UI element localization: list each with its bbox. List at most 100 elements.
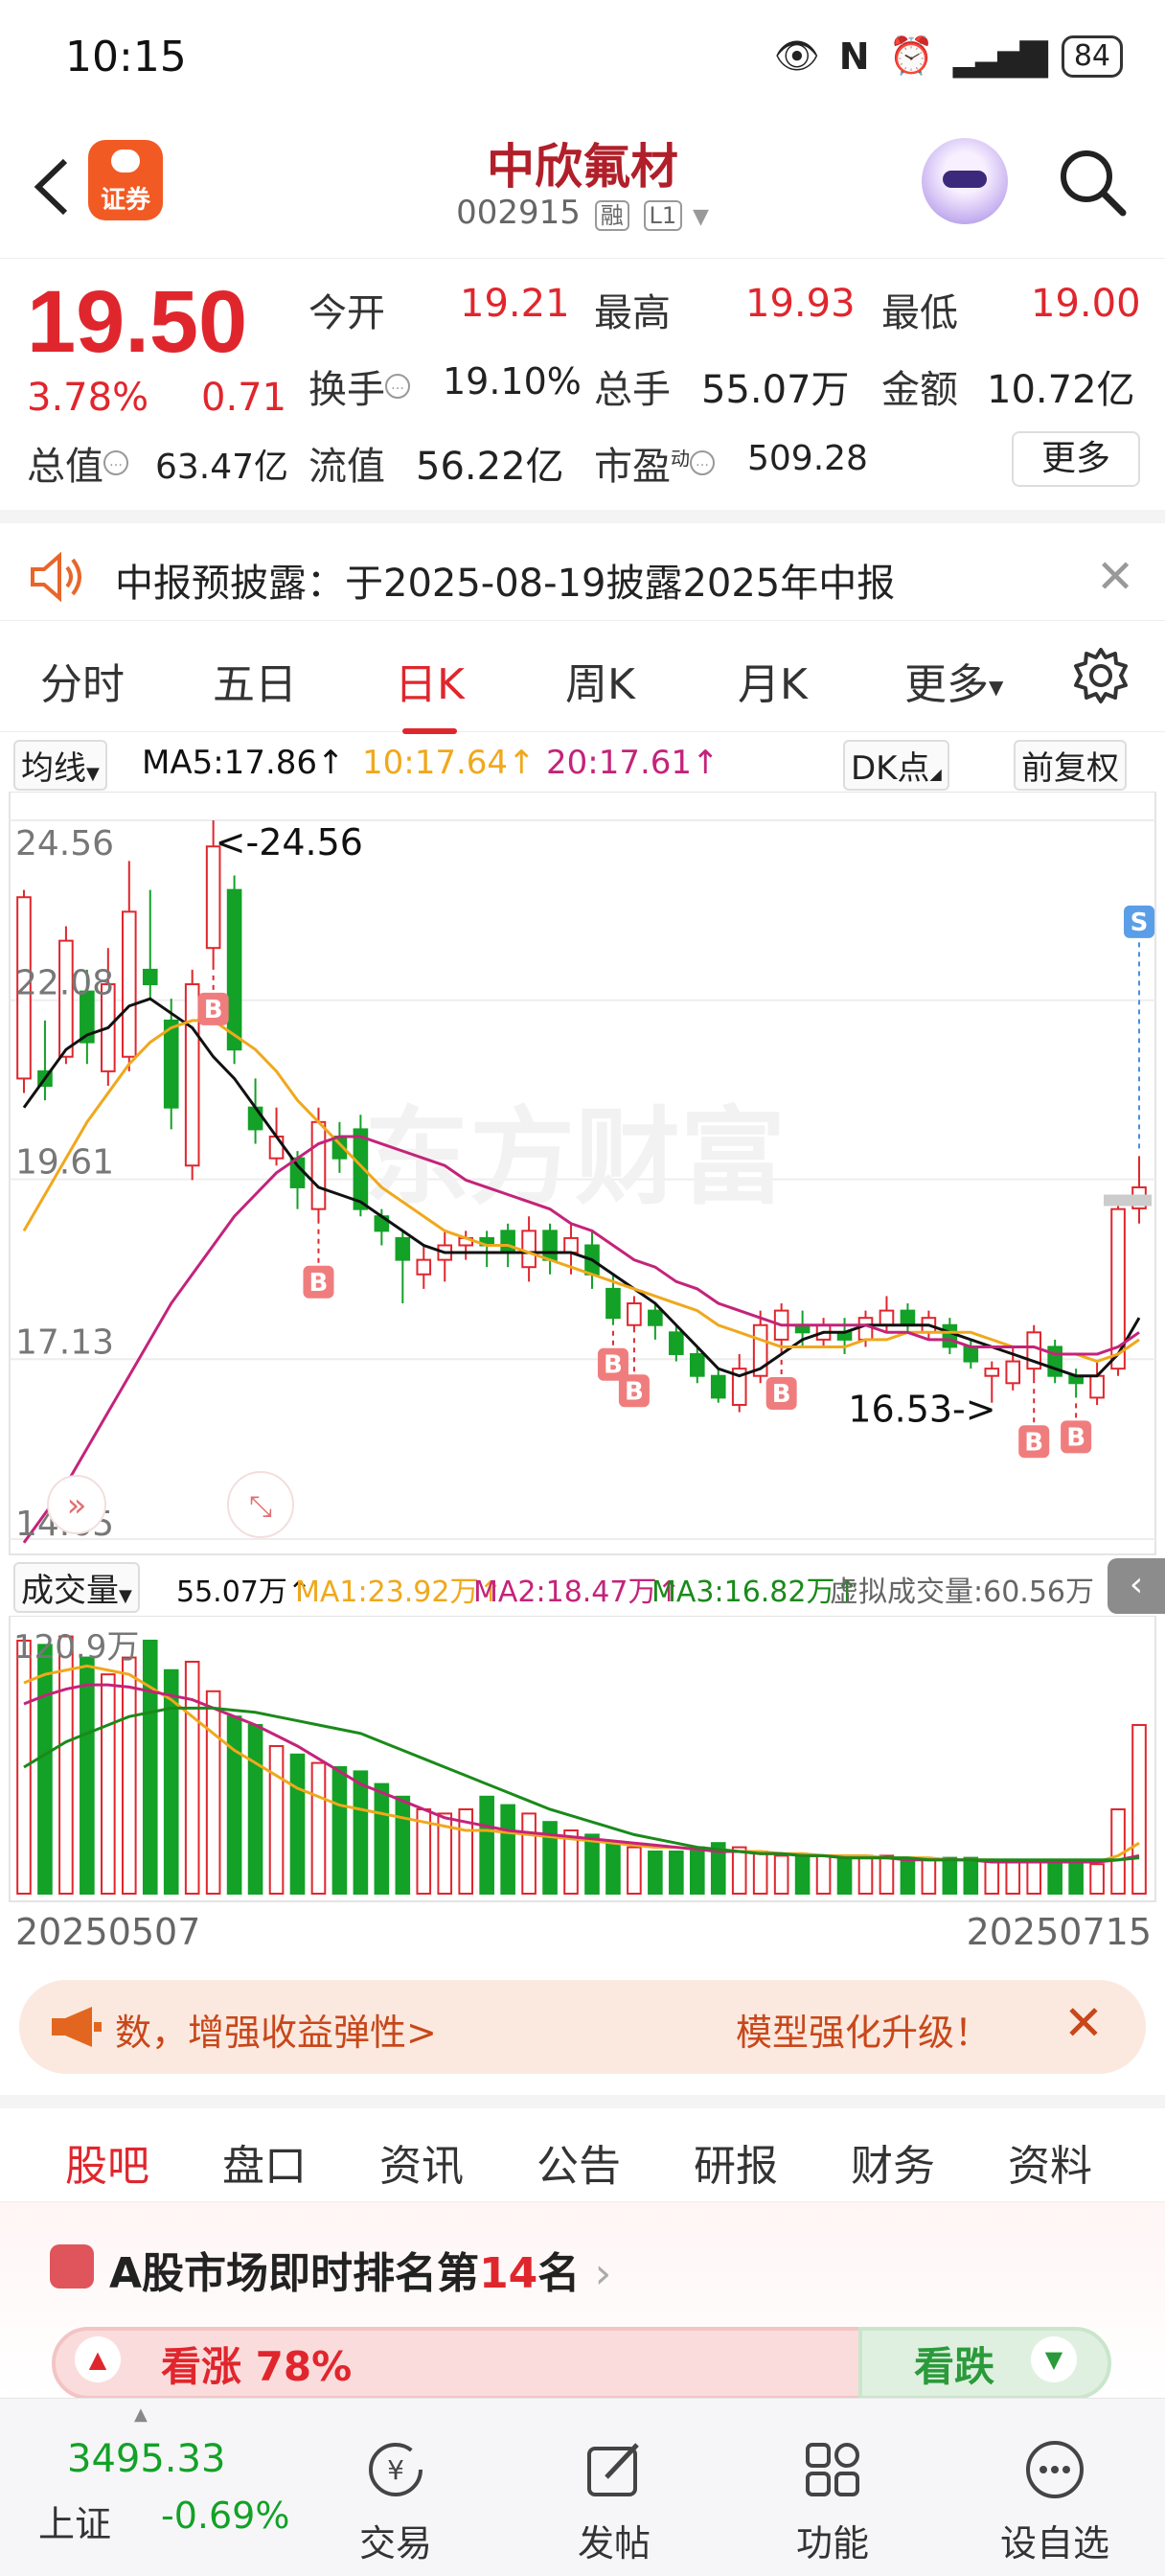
volume-bar <box>1005 1858 1021 1895</box>
pe-label[interactable]: 市盈动… <box>594 435 715 491</box>
promo-banner[interactable]: 数，增强收益弹性> 模型强化升级！ ✕ <box>19 1980 1146 2074</box>
change-percent: 3.78% <box>27 376 149 420</box>
tab-announcements[interactable]: 公告 <box>537 2131 621 2193</box>
search-icon[interactable] <box>1054 144 1131 220</box>
volume-bar <box>1131 1723 1147 1895</box>
volume-bar <box>689 1846 705 1895</box>
candle-body <box>900 1309 916 1326</box>
mcap-label[interactable]: 总值… <box>27 435 128 491</box>
volume-bar <box>289 1753 306 1895</box>
tab-research[interactable]: 研报 <box>694 2131 778 2193</box>
buy-marker-label: B <box>1024 1428 1043 1457</box>
caret-up-icon: ▲ <box>134 2404 148 2425</box>
notice-bar[interactable]: 中报预披露：于2025-08-19披露2025年中报 ✕ <box>0 510 1165 621</box>
battery-icon: 84 <box>1061 34 1123 78</box>
index-change: -0.69% <box>161 2495 290 2537</box>
volume-bar <box>942 1856 958 1895</box>
tab-more[interactable]: 更多▼ <box>904 650 1003 711</box>
date-axis: 20250507 20250715 <box>0 1903 1165 1961</box>
volume-bar <box>794 1854 811 1895</box>
quote-panel: 19.50 3.78% 0.71 今开 19.21 最高 19.93 最低 19… <box>0 259 1165 510</box>
volume-bar <box>353 1770 369 1896</box>
candle-body <box>627 1302 642 1326</box>
turnover-label[interactable]: 换手… <box>308 358 410 414</box>
vol-ma1-value: MA1:23.92万↑ <box>295 1576 503 1609</box>
settings-gear-icon[interactable] <box>1071 646 1131 705</box>
volume-bar <box>521 1812 537 1895</box>
notice-text: 中报预披露：于2025-08-19披露2025年中报 <box>115 562 896 606</box>
tab-guba[interactable]: 股吧 <box>65 2131 149 2214</box>
volume-bar <box>247 1723 263 1895</box>
index-value[interactable]: 3495.33 <box>67 2437 225 2481</box>
volume-bar <box>1047 1860 1062 1896</box>
low-value: 19.00 <box>1031 282 1141 326</box>
alarm-icon: ⏰ <box>888 34 934 77</box>
tab-daily-k[interactable]: 日K <box>395 650 465 734</box>
candle-body <box>710 1374 726 1399</box>
compose-icon <box>587 2443 639 2496</box>
buy-marker-label: B <box>625 1377 644 1406</box>
tab-monthly-k[interactable]: 月K <box>738 650 808 711</box>
index-name: 上证 <box>38 2503 112 2545</box>
period-tabs: 分时 五日 日K 周K 月K 更多▼ <box>0 621 1165 734</box>
volume-value: 55.07万 <box>701 368 850 412</box>
mcap-value: 63.47亿 <box>155 448 289 487</box>
ma20-value: 20:17.61↑ <box>546 744 720 782</box>
collapse-panel-icon[interactable]: ‹ <box>1108 1558 1165 1614</box>
dk-point-button[interactable]: DK点◢ <box>843 740 949 791</box>
nfc-icon: N <box>838 34 870 78</box>
dropdown-icon: ▼ <box>86 764 100 784</box>
buy-marker-label: B <box>204 996 223 1024</box>
dropdown-icon: ▼ <box>692 205 709 229</box>
low-price-label: 16.53-> <box>848 1389 995 1431</box>
high-value: 19.93 <box>745 282 856 326</box>
more-button[interactable]: 更多 <box>1012 431 1140 487</box>
tab-intraday[interactable]: 分时 <box>40 650 125 711</box>
arrow-down-icon: ▼ <box>1031 2336 1077 2382</box>
dropdown-icon: ▼ <box>119 1586 132 1606</box>
start-date: 20250507 <box>15 1911 201 1953</box>
volume-chart[interactable]: 120.9万 <box>0 1616 1165 1903</box>
close-icon[interactable]: ✕ <box>1063 1995 1104 2051</box>
volume-bar <box>984 1858 1000 1895</box>
y-tick-label: 24.56 <box>15 824 114 863</box>
tab-weekly-k[interactable]: 周K <box>565 650 635 711</box>
ma-select[interactable]: 均线▼ <box>13 740 107 791</box>
bullish-bar[interactable]: ▲ 看涨 78% <box>52 2327 878 2400</box>
volume-label: 总手 <box>594 368 671 412</box>
tab-pankou[interactable]: 盘口 <box>222 2131 307 2193</box>
open-value: 19.21 <box>460 282 570 326</box>
volume-bar <box>752 1850 768 1895</box>
buy-marker-label: B <box>772 1380 791 1409</box>
candle-body <box>605 1287 621 1320</box>
high-price-label: <-24.56 <box>216 821 363 863</box>
adjust-button[interactable]: 前复权 <box>1014 740 1127 791</box>
tab-finance[interactable]: 财务 <box>851 2131 935 2193</box>
info-icon: … <box>385 373 410 399</box>
ranking-chart-icon <box>50 2244 94 2288</box>
volume-bar <box>648 1850 663 1895</box>
banner-right-text: 模型强化升级！ <box>736 2012 992 2054</box>
stock-code: 002915 <box>456 194 581 232</box>
signal-icon: ▂▃▅▇ <box>952 34 1048 78</box>
candle-body <box>542 1230 558 1261</box>
tab-five-day[interactable]: 五日 <box>213 650 297 711</box>
tab-profile[interactable]: 资料 <box>1008 2131 1092 2193</box>
price-line-marker <box>1104 1194 1152 1207</box>
watermark: 东方财富 <box>364 1096 786 1219</box>
ranking-card[interactable]: A股市场即时排名第14名 › ▲ 看涨 78% 看跌 ▼ <box>0 2202 1165 2400</box>
candle-body <box>268 1135 285 1160</box>
volume-bar <box>963 1856 979 1895</box>
change-amount: 0.71 <box>201 376 287 420</box>
volume-select[interactable]: 成交量▼ <box>13 1562 140 1613</box>
close-icon[interactable]: ✕ <box>1096 550 1134 604</box>
assistant-robot-icon[interactable] <box>922 138 1008 224</box>
kline-chart[interactable]: 东方财富 24.5622.0819.6117.1314.65 <-24.5616… <box>0 792 1165 1558</box>
candle-body <box>1005 1360 1021 1385</box>
bearish-bar[interactable]: 看跌 ▼ <box>858 2327 1111 2400</box>
status-bar: 10:15 👁 N ⏰ ▂▃▅▇ 84 <box>0 0 1165 115</box>
tab-news[interactable]: 资讯 <box>379 2131 464 2193</box>
sell-marker-label: S <box>1131 908 1149 937</box>
arrow-up-icon: ▲ <box>75 2336 121 2382</box>
volume-bar <box>101 1673 116 1895</box>
